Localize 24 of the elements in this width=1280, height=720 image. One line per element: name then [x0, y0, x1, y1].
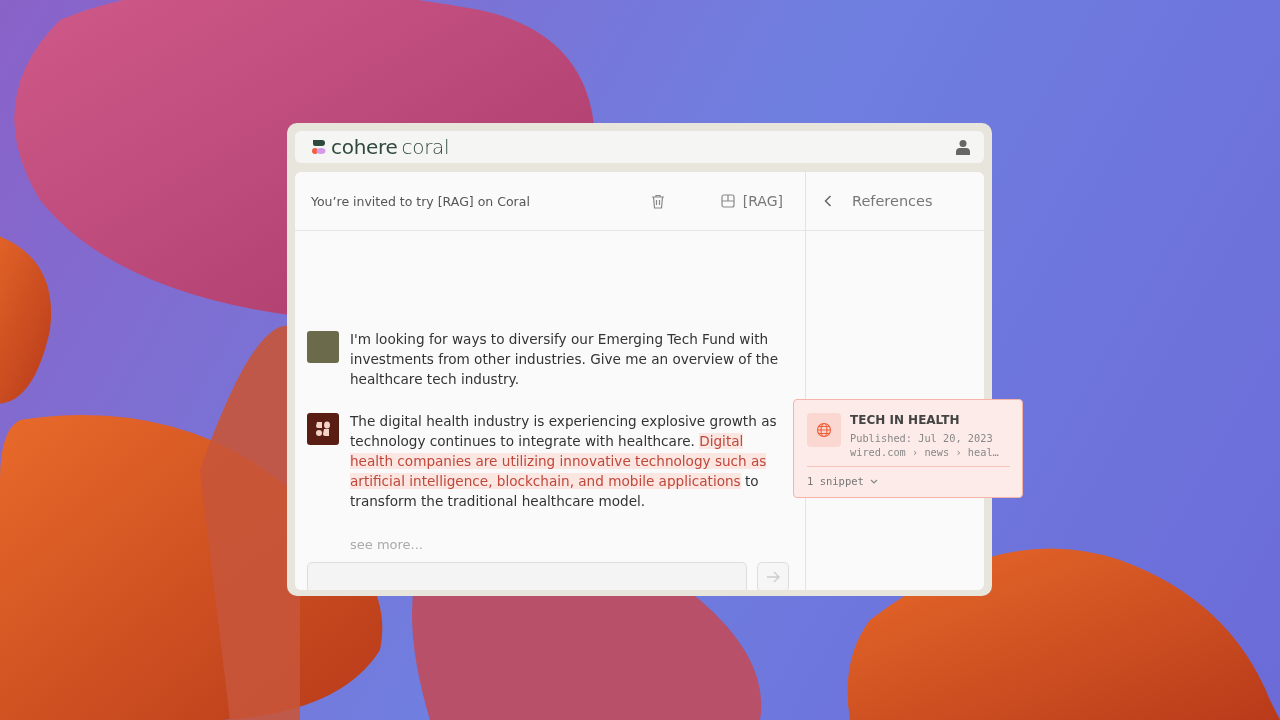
brand-name: cohere [331, 135, 398, 159]
snippet-toggle[interactable]: 1 snippet [807, 475, 878, 487]
logo-icon [311, 139, 327, 155]
user-message: I'm looking for ways to diversify our Emerging Tech Fund with investments from other industries. Give me an overview of the healthcare tech industry. [350, 330, 780, 389]
reference-card[interactable]: TECH IN HEALTH Published: Jul 20, 2023 wired.com › news › heal… 1 snippet [793, 399, 1023, 498]
source-path: wired.com › news › heal… [850, 446, 999, 458]
product-name: coral [401, 135, 450, 159]
mode-button[interactable]: [RAG] [718, 191, 785, 211]
reference-title: TECH IN HEALTH [850, 413, 961, 427]
published-date: Published: Jul 20, 2023 [850, 432, 994, 444]
message-input[interactable] [307, 562, 747, 590]
chevron-down-icon [869, 478, 878, 484]
photo-placeholder [307, 331, 339, 363]
see-more-link[interactable]: see more... [350, 537, 789, 552]
globe-icon [807, 413, 841, 447]
chevron-left-icon [824, 195, 832, 207]
user-icon[interactable] [956, 139, 970, 155]
bot-avatar [307, 413, 339, 445]
arrow-right-icon [766, 571, 780, 583]
layout-icon [720, 194, 735, 208]
chat-title: You’re invited to try [RAG] on Coral [311, 193, 531, 209]
references-title: References [852, 193, 933, 209]
back-button[interactable] [822, 193, 834, 209]
trash-icon [650, 193, 665, 209]
